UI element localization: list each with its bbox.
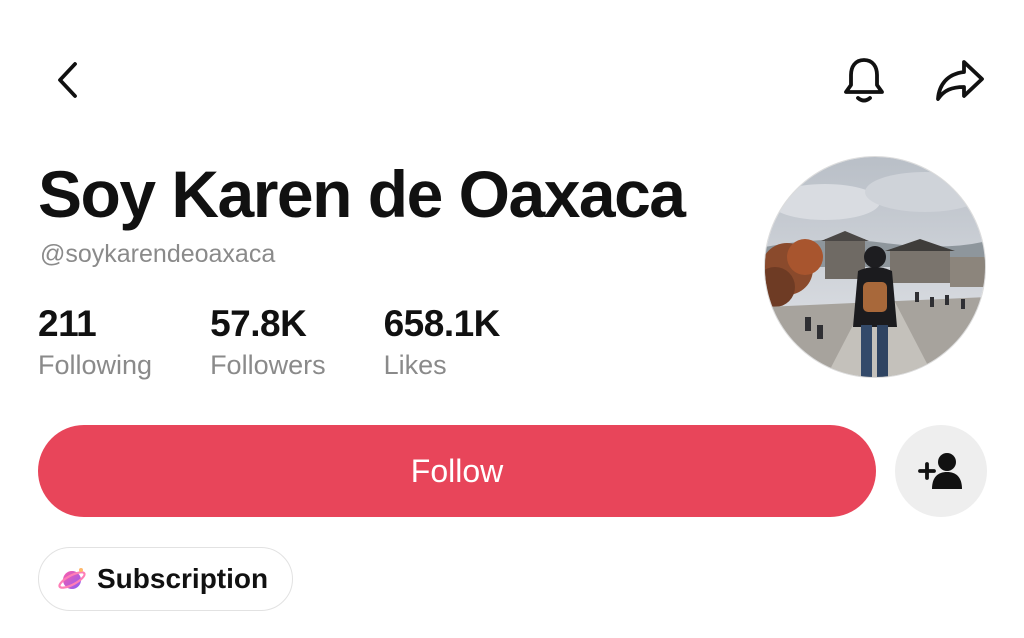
stat-following[interactable]: 211 Following [38,302,152,382]
stat-label: Following [38,350,153,380]
profile-display-name: Soy Karen de Oaxaca [38,157,686,231]
avatar-image [765,157,985,377]
add-user-icon [918,453,962,489]
stat-value: 57.8K [210,303,307,344]
share-button[interactable] [932,54,988,106]
avatar[interactable] [764,156,986,378]
stat-followers[interactable]: 57.8K Followers [210,302,326,382]
profile-stats: 211 Following 57.8K Followers 658.1K Lik… [38,302,558,382]
back-button[interactable] [44,56,92,104]
stat-label: Followers [210,350,326,380]
profile-handle: @soykarendeoaxaca [40,240,276,268]
stat-likes[interactable]: 658.1K Likes [383,302,501,382]
profile-page: Soy Karen de Oaxaca @soykarendeoaxaca 21… [0,0,1024,638]
add-friend-button[interactable] [895,425,987,517]
bell-icon [844,58,884,103]
notifications-button[interactable] [838,54,890,106]
stat-value: 211 [38,303,97,344]
subscription-button[interactable]: Subscription [38,547,294,611]
stat-label: Likes [383,350,447,380]
follow-button[interactable]: Follow [38,425,876,517]
planet-icon [57,564,87,594]
chevron-left-icon [58,62,77,98]
stat-value: 658.1K [383,303,501,344]
share-arrow-icon [936,60,984,101]
subscription-label: Subscription [97,563,269,594]
